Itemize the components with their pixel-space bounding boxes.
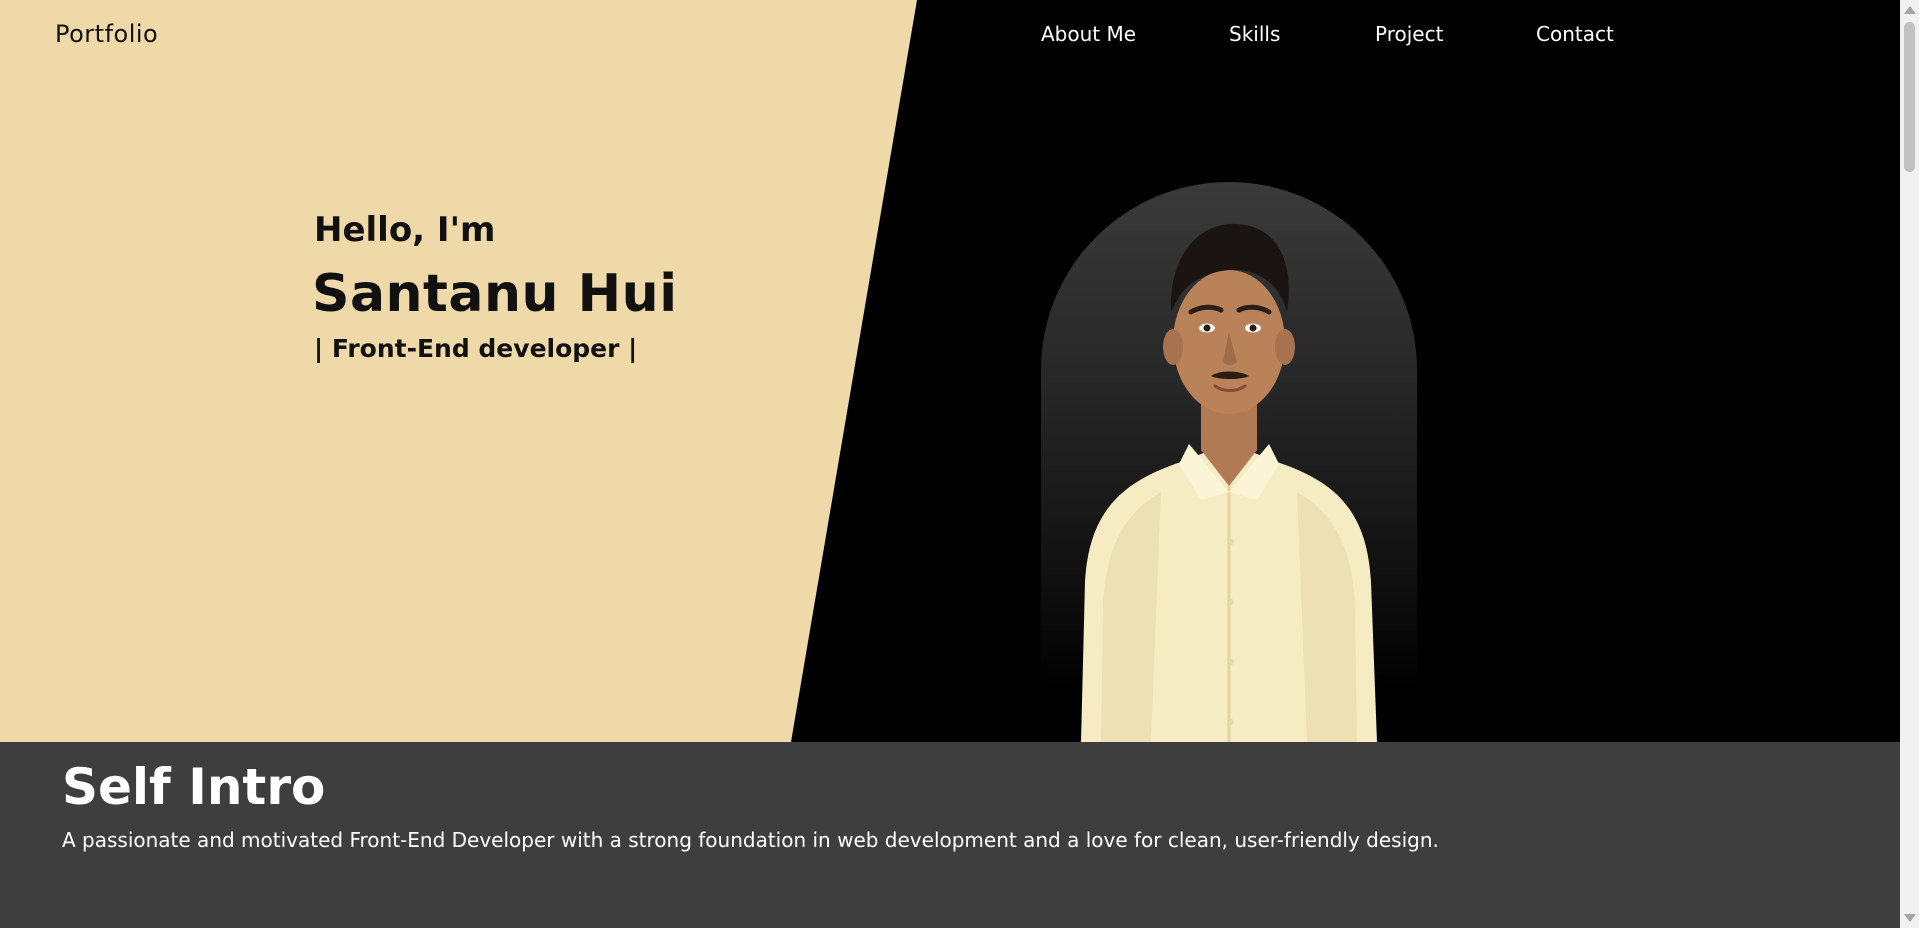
hero-tan-panel <box>0 0 917 742</box>
nav-project[interactable]: Project <box>1375 22 1443 46</box>
scroll-down-arrow-icon[interactable] <box>1904 914 1916 922</box>
intro-title: Self Intro <box>62 758 326 816</box>
site-logo[interactable]: Portfolio <box>55 20 158 48</box>
scroll-up-arrow-icon[interactable] <box>1904 6 1916 14</box>
portrait-frame <box>1041 182 1417 782</box>
viewport: Portfolio About Me Skills Project Contac… <box>0 0 1900 928</box>
hero-role: | Front-End developer | <box>314 334 638 363</box>
person-portrait-icon <box>1081 223 1377 742</box>
hero-name: Santanu Hui <box>312 264 678 324</box>
scroll-thumb[interactable] <box>1904 22 1915 172</box>
nav-about-me[interactable]: About Me <box>1041 22 1136 46</box>
page: Portfolio About Me Skills Project Contac… <box>0 0 1919 928</box>
nav-skills[interactable]: Skills <box>1229 22 1280 46</box>
hero-greeting: Hello, I'm <box>314 210 496 250</box>
intro-text: A passionate and motivated Front-End Dev… <box>62 828 1439 852</box>
hero-section: Portfolio About Me Skills Project Contac… <box>0 0 1900 782</box>
vertical-scrollbar[interactable] <box>1900 0 1919 928</box>
nav-contact[interactable]: Contact <box>1536 22 1614 46</box>
self-intro-section: Self Intro A passionate and motivated Fr… <box>0 742 1900 928</box>
